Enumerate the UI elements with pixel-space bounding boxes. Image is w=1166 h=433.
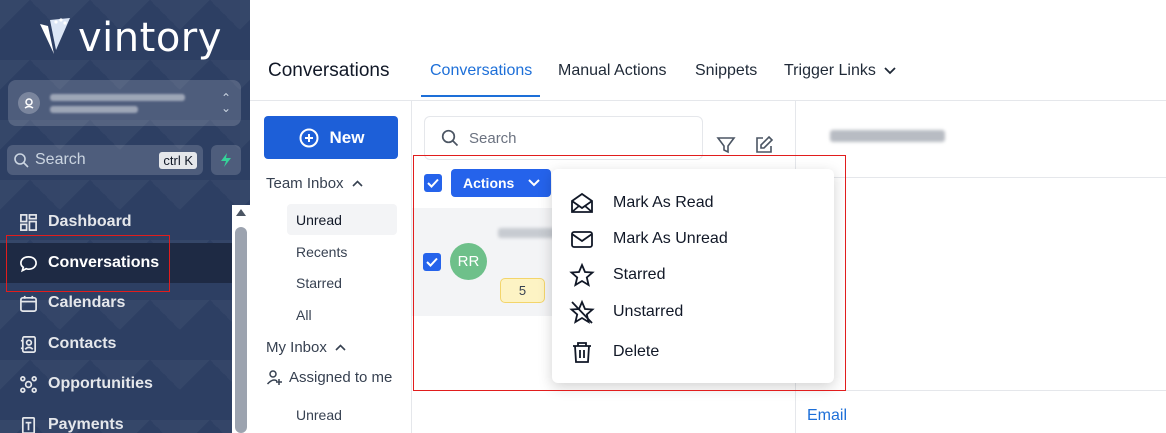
sidebar-item-opportunities[interactable]: Opportunities [0, 364, 232, 404]
filter-team-all[interactable]: All [287, 299, 397, 330]
chevron-up-down-icon: ⌃ ⌄ [220, 91, 231, 115]
chevron-up-icon [351, 180, 363, 187]
tab-snippets[interactable]: Snippets [695, 62, 757, 80]
new-button-label: New [329, 127, 365, 147]
search-icon [14, 153, 29, 168]
edit-pencil-icon [756, 135, 774, 153]
my-inbox-toggle[interactable]: My Inbox [266, 339, 346, 356]
filter-team-recents[interactable]: Recents [287, 236, 397, 267]
filter-my-unread[interactable]: Unread [287, 399, 397, 430]
sidebar-item-label: Payments [48, 416, 124, 433]
filter-funnel-icon [716, 137, 736, 154]
my-inbox-label: My Inbox [266, 339, 327, 356]
sidebar-scrollbar[interactable] [232, 205, 250, 433]
opportunities-icon [18, 374, 38, 394]
detail-divider [796, 177, 1166, 178]
team-inbox-toggle[interactable]: Team Inbox [266, 175, 363, 192]
brand-name: vintory [78, 15, 222, 61]
sidebar-search-placeholder: Search [35, 151, 86, 168]
sidebar-item-contacts[interactable]: Contacts [0, 324, 232, 364]
scroll-up-arrow-icon[interactable] [236, 209, 246, 216]
compose-button[interactable] [752, 133, 776, 157]
detail-contact-name-redacted [830, 130, 945, 142]
chevron-down-icon [884, 67, 896, 75]
active-tab-indicator [421, 95, 540, 97]
header-divider [250, 100, 1166, 101]
quick-action-button[interactable] [211, 145, 241, 175]
team-inbox-label: Team Inbox [266, 175, 344, 192]
conversation-search-placeholder: Search [469, 129, 517, 147]
tab-manual-actions[interactable]: Manual Actions [558, 62, 667, 80]
sidebar-search[interactable]: Search ctrl K [7, 145, 203, 175]
filter-button[interactable] [714, 133, 738, 157]
email-channel-tab[interactable]: Email [807, 407, 847, 425]
dashboard-icon [18, 212, 38, 232]
filter-team-starred[interactable]: Starred [287, 267, 397, 298]
brand-logo[interactable]: vintory [38, 14, 222, 62]
tab-trigger-links[interactable]: Trigger Links [784, 62, 896, 80]
search-shortcut-badge: ctrl K [159, 151, 197, 169]
page-title: Conversations [268, 60, 390, 81]
calendar-icon [18, 293, 38, 313]
location-pin-icon [18, 92, 40, 114]
chevron-up-icon [335, 344, 346, 351]
new-conversation-button[interactable]: New [264, 116, 398, 159]
lightning-bolt-icon [221, 153, 231, 167]
conversation-search[interactable]: Search [424, 116, 703, 160]
search-icon [441, 129, 459, 147]
vintory-logo-icon [40, 18, 70, 54]
assigned-to-me-section[interactable]: Assigned to me [266, 369, 392, 386]
highlight-box-conversations [6, 235, 170, 292]
contacts-icon [18, 334, 38, 354]
detail-divider [796, 390, 1166, 391]
tab-trigger-links-label: Trigger Links [784, 62, 876, 79]
sidebar-item-label: Calendars [48, 294, 126, 311]
chat-plus-icon [299, 128, 319, 147]
sidebar-item-label: Contacts [48, 335, 117, 352]
sidebar-item-label: Opportunities [48, 375, 153, 392]
filter-team-unread[interactable]: Unread [287, 204, 397, 235]
sidebar-item-payments[interactable]: Payments [0, 405, 232, 433]
highlight-box-actions-menu [413, 155, 846, 391]
user-assign-icon [266, 370, 282, 385]
payments-icon [18, 415, 38, 433]
scrollbar-thumb[interactable] [235, 227, 247, 433]
sidebar-item-label: Dashboard [48, 213, 132, 230]
tab-conversations[interactable]: Conversations [430, 62, 532, 80]
assigned-to-me-label: Assigned to me [289, 369, 393, 386]
sidebar: vintory ⌃ ⌄ Search ctrl K Dashboard Conve… [0, 0, 250, 433]
account-switcher[interactable]: ⌃ ⌄ [8, 80, 241, 126]
account-name-redacted [50, 93, 211, 113]
